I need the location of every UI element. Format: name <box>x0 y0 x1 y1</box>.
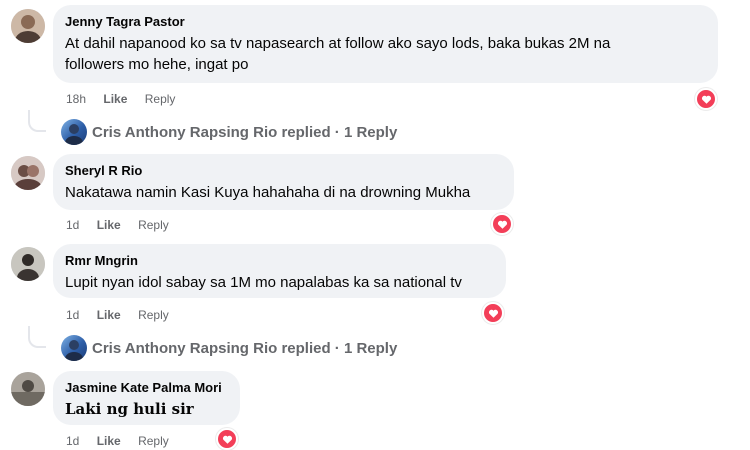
like-button[interactable]: Like <box>97 308 121 322</box>
reply-button[interactable]: Reply <box>145 92 176 106</box>
comment-author[interactable]: Rmr Mngrin <box>65 252 494 269</box>
comment-text: Lupit nyan idol sabay sa 1M mo napalabas… <box>65 274 462 291</box>
replier-avatar <box>61 335 87 361</box>
replier-avatar <box>61 119 87 145</box>
comment-text: At dahil napanood ko sa tv napasearch at… <box>65 35 611 52</box>
comment-bubble: Jenny Tagra Pastor At dahil napanood ko … <box>53 5 718 83</box>
view-replies-link[interactable]: Cris Anthony Rapsing Rio replied · 1 Rep… <box>61 335 397 361</box>
replies-summary-text[interactable]: Cris Anthony Rapsing Rio replied · 1 Rep… <box>92 124 397 141</box>
comment-timestamp[interactable]: 1d <box>66 434 79 448</box>
thread-connector <box>28 326 46 348</box>
commenter-avatar[interactable] <box>11 9 45 43</box>
comment-timestamp[interactable]: 1d <box>66 218 79 232</box>
heart-reaction-icon[interactable] <box>482 302 504 324</box>
reply-button[interactable]: Reply <box>138 218 169 232</box>
reply-button[interactable]: Reply <box>138 308 169 322</box>
commenter-avatar[interactable] <box>11 156 45 190</box>
thread-connector <box>28 110 46 132</box>
comment-timestamp[interactable]: 18h <box>66 92 86 106</box>
comment-bubble: Rmr Mngrin Lupit nyan idol sabay sa 1M m… <box>53 244 506 298</box>
comment-actions: 1d Like Reply <box>66 218 183 232</box>
heart-reaction-icon[interactable] <box>695 88 717 110</box>
like-button[interactable]: Like <box>97 434 121 448</box>
replies-summary-text[interactable]: Cris Anthony Rapsing Rio replied · 1 Rep… <box>92 340 397 357</box>
like-button[interactable]: Like <box>97 218 121 232</box>
comment-timestamp[interactable]: 1d <box>66 308 79 322</box>
comment-text: followers mo hehe, ingat po <box>65 56 249 73</box>
view-replies-link[interactable]: Cris Anthony Rapsing Rio replied · 1 Rep… <box>61 119 397 145</box>
commenter-avatar[interactable] <box>11 372 45 406</box>
comment-actions: 18h Like Reply <box>66 92 189 106</box>
comment-bubble: Sheryl R Rio Nakatawa namin Kasi Kuya ha… <box>53 154 514 210</box>
comment-actions: 1d Like Reply <box>66 434 183 448</box>
reply-button[interactable]: Reply <box>138 434 169 448</box>
commenter-avatar[interactable] <box>11 247 45 281</box>
comment-text: 𝐋𝐚𝐤𝐢 𝐧𝐠 𝐡𝐮𝐥𝐢 𝐬𝐢𝐫 <box>65 400 194 418</box>
comment-author[interactable]: Sheryl R Rio <box>65 162 502 179</box>
comment-author[interactable]: Jasmine Kate Palma Mori <box>65 379 228 396</box>
comment-bubble: Jasmine Kate Palma Mori 𝐋𝐚𝐤𝐢 𝐧𝐠 𝐡𝐮𝐥𝐢 𝐬𝐢𝐫 <box>53 371 240 425</box>
heart-reaction-icon[interactable] <box>491 213 513 235</box>
heart-reaction-icon[interactable] <box>216 428 238 450</box>
comment-author[interactable]: Jenny Tagra Pastor <box>65 13 706 30</box>
comment-actions: 1d Like Reply <box>66 308 183 322</box>
comment-text: Nakatawa namin Kasi Kuya hahahaha di na … <box>65 184 471 201</box>
like-button[interactable]: Like <box>103 92 127 106</box>
